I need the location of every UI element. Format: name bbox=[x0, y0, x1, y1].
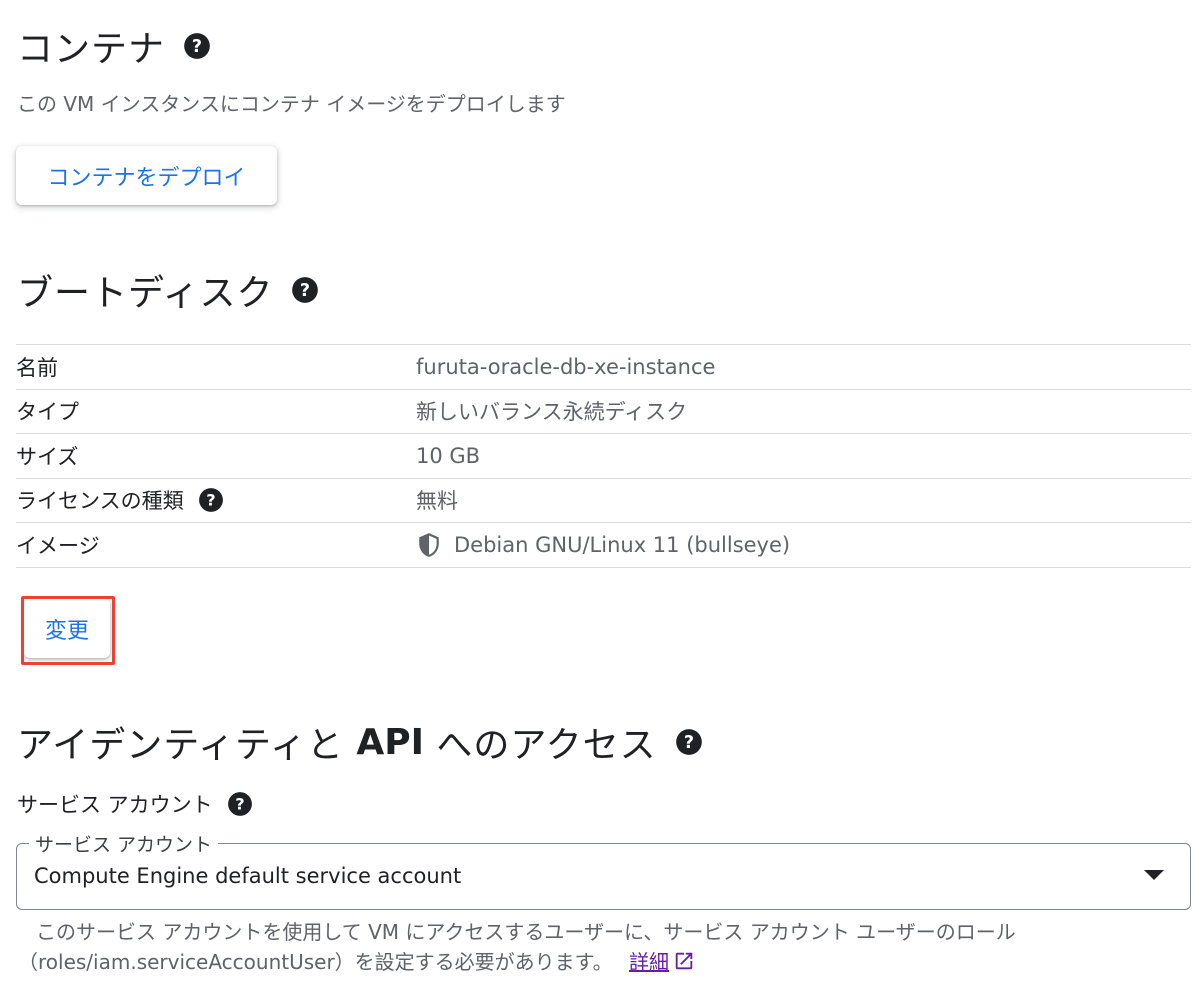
row-value: 新しいバランス永続ディスク bbox=[416, 400, 688, 425]
dropdown-arrow-icon[interactable] bbox=[1144, 870, 1164, 880]
help-icon[interactable]: ? bbox=[675, 728, 703, 756]
service-account-field-label: サービス アカウント bbox=[29, 830, 219, 857]
help-icon[interactable]: ? bbox=[183, 32, 211, 60]
svg-text:?: ? bbox=[206, 491, 215, 510]
service-account-helper-line2: （roles/iam.serviceAccountUser）を設定する必要があり… bbox=[18, 946, 695, 975]
svg-text:?: ? bbox=[235, 794, 244, 813]
container-description: この VM インスタンスにコンテナ イメージをデプロイします bbox=[17, 92, 566, 116]
help-icon[interactable]: ? bbox=[198, 487, 224, 513]
row-key: ライセンスの種類 ? bbox=[16, 485, 416, 515]
shield-icon bbox=[416, 532, 442, 558]
service-account-select[interactable]: サービス アカウント Compute Engine default servic… bbox=[16, 830, 1191, 910]
boot-disk-table: 名前 furuta-oracle-db-xe-instance タイプ 新しいバ… bbox=[16, 344, 1191, 568]
row-key: サイズ bbox=[16, 444, 79, 469]
row-value: Debian GNU/Linux 11 (bullseye) bbox=[416, 532, 790, 558]
service-account-helper-line1: このサービス アカウントを使用して VM にアクセスするユーザーに、サービス ア… bbox=[36, 920, 1016, 944]
image-value: Debian GNU/Linux 11 (bullseye) bbox=[454, 532, 791, 557]
table-row: イメージ Debian GNU/Linux 11 (bullseye) bbox=[16, 523, 1191, 568]
table-row: タイプ 新しいバランス永続ディスク bbox=[16, 390, 1191, 434]
deploy-container-button[interactable]: コンテナをデプロイ bbox=[16, 146, 277, 205]
container-section-title: コンテナ ? bbox=[17, 22, 211, 70]
row-value: 10 GB bbox=[416, 443, 481, 468]
identity-section-title: アイデンティティと API へのアクセス ? bbox=[17, 717, 703, 767]
svg-text:?: ? bbox=[192, 37, 202, 57]
service-account-value: Compute Engine default service account bbox=[34, 864, 462, 888]
help-icon[interactable]: ? bbox=[227, 791, 253, 817]
svg-text:?: ? bbox=[684, 733, 694, 753]
service-account-heading: サービス アカウント ? bbox=[17, 789, 253, 819]
row-key: イメージ bbox=[16, 533, 100, 558]
row-value: 無料 bbox=[416, 489, 458, 514]
license-type-label: ライセンスの種類 bbox=[16, 489, 184, 514]
table-row: 名前 furuta-oracle-db-xe-instance bbox=[16, 345, 1191, 390]
external-link-icon[interactable] bbox=[673, 950, 695, 972]
row-value: furuta-oracle-db-xe-instance bbox=[416, 354, 716, 379]
learn-more-link[interactable]: 詳細 bbox=[629, 950, 669, 974]
row-key: 名前 bbox=[16, 355, 58, 380]
row-key: タイプ bbox=[16, 400, 79, 425]
svg-text:?: ? bbox=[300, 281, 310, 301]
table-row: サイズ 10 GB bbox=[16, 434, 1191, 479]
table-row: ライセンスの種類 ? 無料 bbox=[16, 479, 1191, 523]
highlight-annotation bbox=[21, 596, 115, 665]
boot-disk-section-title: ブートディスク ? bbox=[17, 265, 319, 315]
help-icon[interactable]: ? bbox=[291, 276, 319, 304]
